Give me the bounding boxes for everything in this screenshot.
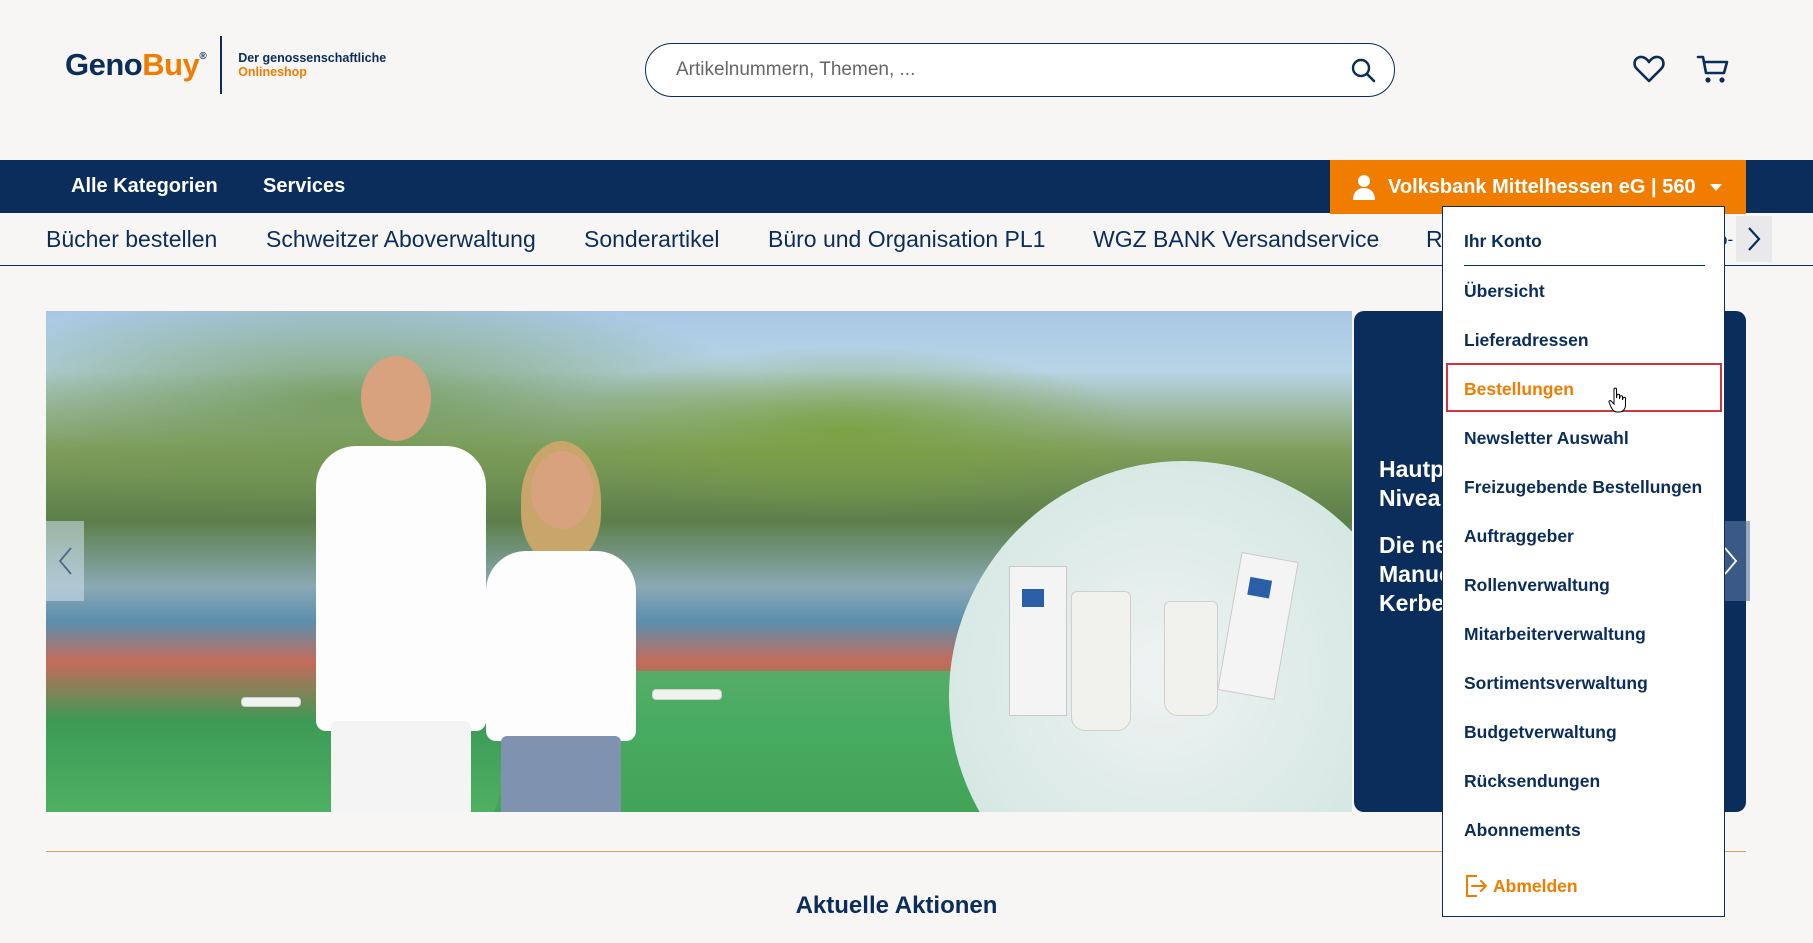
subnav-wgz-bank-versandservice[interactable]: WGZ BANK Versandservice (1093, 213, 1379, 266)
genobuy-logo[interactable]: GenoBuy® Der genossenschaftliche Onlines… (65, 36, 386, 94)
product-tube (1071, 591, 1131, 731)
menu-item-uebersicht[interactable]: Übersicht (1464, 281, 1545, 302)
hero-banner-image[interactable] (46, 311, 1352, 812)
nav-services[interactable]: Services (263, 160, 345, 213)
menu-item-rollenverwaltung[interactable]: Rollenverwaltung (1464, 575, 1610, 596)
nav-all-categories[interactable]: Alle Kategorien (71, 160, 218, 213)
menu-item-sortimentsverwaltung[interactable]: Sortimentsverwaltung (1464, 673, 1648, 694)
person-woman (486, 551, 636, 741)
person-head (531, 451, 593, 529)
menu-item-budgetverwaltung[interactable]: Budgetverwaltung (1464, 722, 1617, 743)
product-tube (1164, 601, 1218, 716)
person-woman-jeans (501, 736, 621, 812)
chevron-right-icon (1748, 227, 1761, 251)
menu-item-newsletter-auswahl[interactable]: Newsletter Auswahl (1464, 428, 1629, 449)
side-panel-headline: Hautp Nivea (1379, 456, 1445, 511)
cart-icon[interactable] (1696, 52, 1730, 86)
account-dropdown-menu: Ihr Konto Übersicht Lieferadressen Beste… (1442, 206, 1725, 917)
subnav-schweitzer-aboverwaltung[interactable]: Schweitzer Aboverwaltung (266, 213, 536, 266)
menu-item-mitarbeiterverwaltung[interactable]: Mitarbeiterverwaltung (1464, 624, 1646, 645)
side-panel-text: Die ne Manue Kerbe (1379, 532, 1452, 616)
menu-item-lieferadressen[interactable]: Lieferadressen (1464, 330, 1589, 351)
user-icon (1353, 175, 1375, 200)
search-bar (645, 43, 1395, 97)
account-label: Volksbank Mittelhessen eG | 560 (1388, 175, 1696, 198)
site-header: GenoBuy® Der genossenschaftliche Onlines… (0, 0, 1813, 160)
person-head (361, 356, 431, 441)
menu-item-auftraggeber[interactable]: Auftraggeber (1464, 526, 1574, 547)
logo-tagline: Der genossenschaftliche Onlineshop (238, 51, 387, 79)
product-circle (949, 461, 1352, 812)
menu-divider (1464, 265, 1705, 266)
search-input[interactable] (676, 44, 1316, 95)
product-box (1009, 566, 1067, 716)
menu-item-freizugebende-bestellungen[interactable]: Freizugebende Bestellungen (1464, 477, 1702, 498)
chevron-down-icon (1709, 183, 1722, 191)
logout-label: Abmelden (1493, 875, 1578, 896)
menu-item-ruecksendungen[interactable]: Rücksendungen (1464, 771, 1600, 792)
logout-icon (1466, 875, 1487, 897)
menu-item-abonnements[interactable]: Abonnements (1464, 820, 1581, 841)
search-icon[interactable] (1350, 57, 1376, 83)
subnav-next-button[interactable] (1736, 216, 1772, 262)
chevron-left-icon (58, 547, 72, 575)
heart-icon[interactable] (1632, 52, 1666, 86)
person-man (316, 446, 486, 731)
logo-wordmark: GenoBuy® (65, 47, 207, 82)
subnav-sonderartikel[interactable]: Sonderartikel (584, 213, 720, 266)
chevron-right-icon (1724, 547, 1738, 575)
logout-button[interactable]: Abmelden (1463, 873, 1578, 899)
menu-item-ihr-konto[interactable]: Ihr Konto (1464, 231, 1542, 252)
product-box (1217, 552, 1299, 700)
product-tube-held (241, 697, 301, 707)
hand-cursor-icon (1608, 387, 1626, 413)
logo-divider (220, 36, 223, 94)
person-man-legs (331, 721, 471, 812)
product-tube-held (652, 689, 722, 700)
subnav-item-truncated[interactable]: R (1426, 213, 1443, 266)
subnav-buero-organisation[interactable]: Büro und Organisation PL1 (768, 213, 1045, 266)
subnav-buecher-bestellen[interactable]: Bücher bestellen (46, 213, 217, 266)
hero-prev-button[interactable] (46, 521, 84, 601)
menu-item-bestellungen[interactable]: Bestellungen (1464, 379, 1574, 400)
